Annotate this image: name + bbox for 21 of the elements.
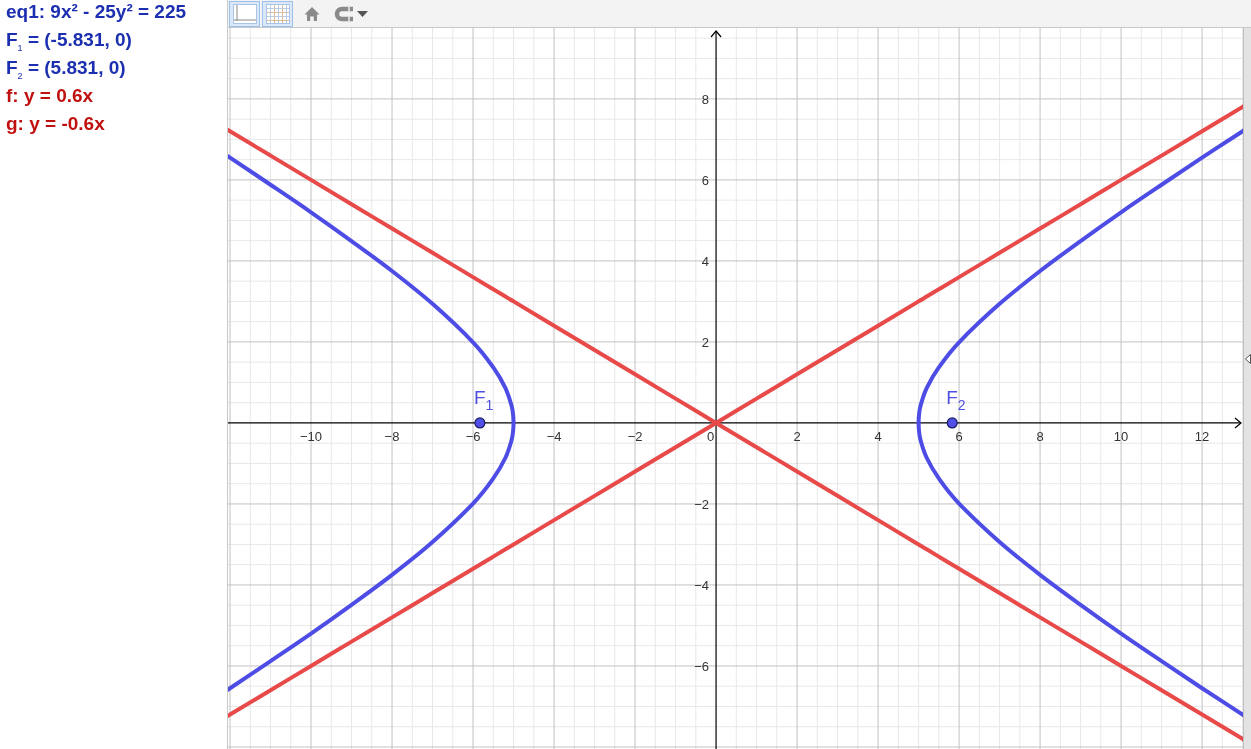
tick-label: 6 xyxy=(701,172,710,188)
tick-label: −2 xyxy=(627,428,643,444)
tick-label: 8 xyxy=(701,91,710,107)
tick-label: 10 xyxy=(1113,428,1129,444)
tick-label: −2 xyxy=(694,496,710,512)
tick-label: −10 xyxy=(300,428,323,444)
point-label: F$_{1}$ xyxy=(473,387,494,408)
tick-label: 2 xyxy=(701,334,710,350)
tick-label: −8 xyxy=(384,428,400,444)
tick-label: 4 xyxy=(701,253,710,269)
tick-label: 2 xyxy=(793,428,801,444)
tick-label: −6 xyxy=(465,428,481,444)
tick-label: −4 xyxy=(694,577,710,593)
tick-label: −6 xyxy=(694,658,710,674)
tick-label: 0 xyxy=(706,428,715,444)
tick-label: −4 xyxy=(546,428,562,444)
point-label: F$_{2}$ xyxy=(946,387,966,408)
tick-label: 8 xyxy=(1036,428,1044,444)
tick-label: 12 xyxy=(1194,428,1210,444)
tick-label: 4 xyxy=(874,428,882,444)
tick-label: 6 xyxy=(955,428,963,444)
